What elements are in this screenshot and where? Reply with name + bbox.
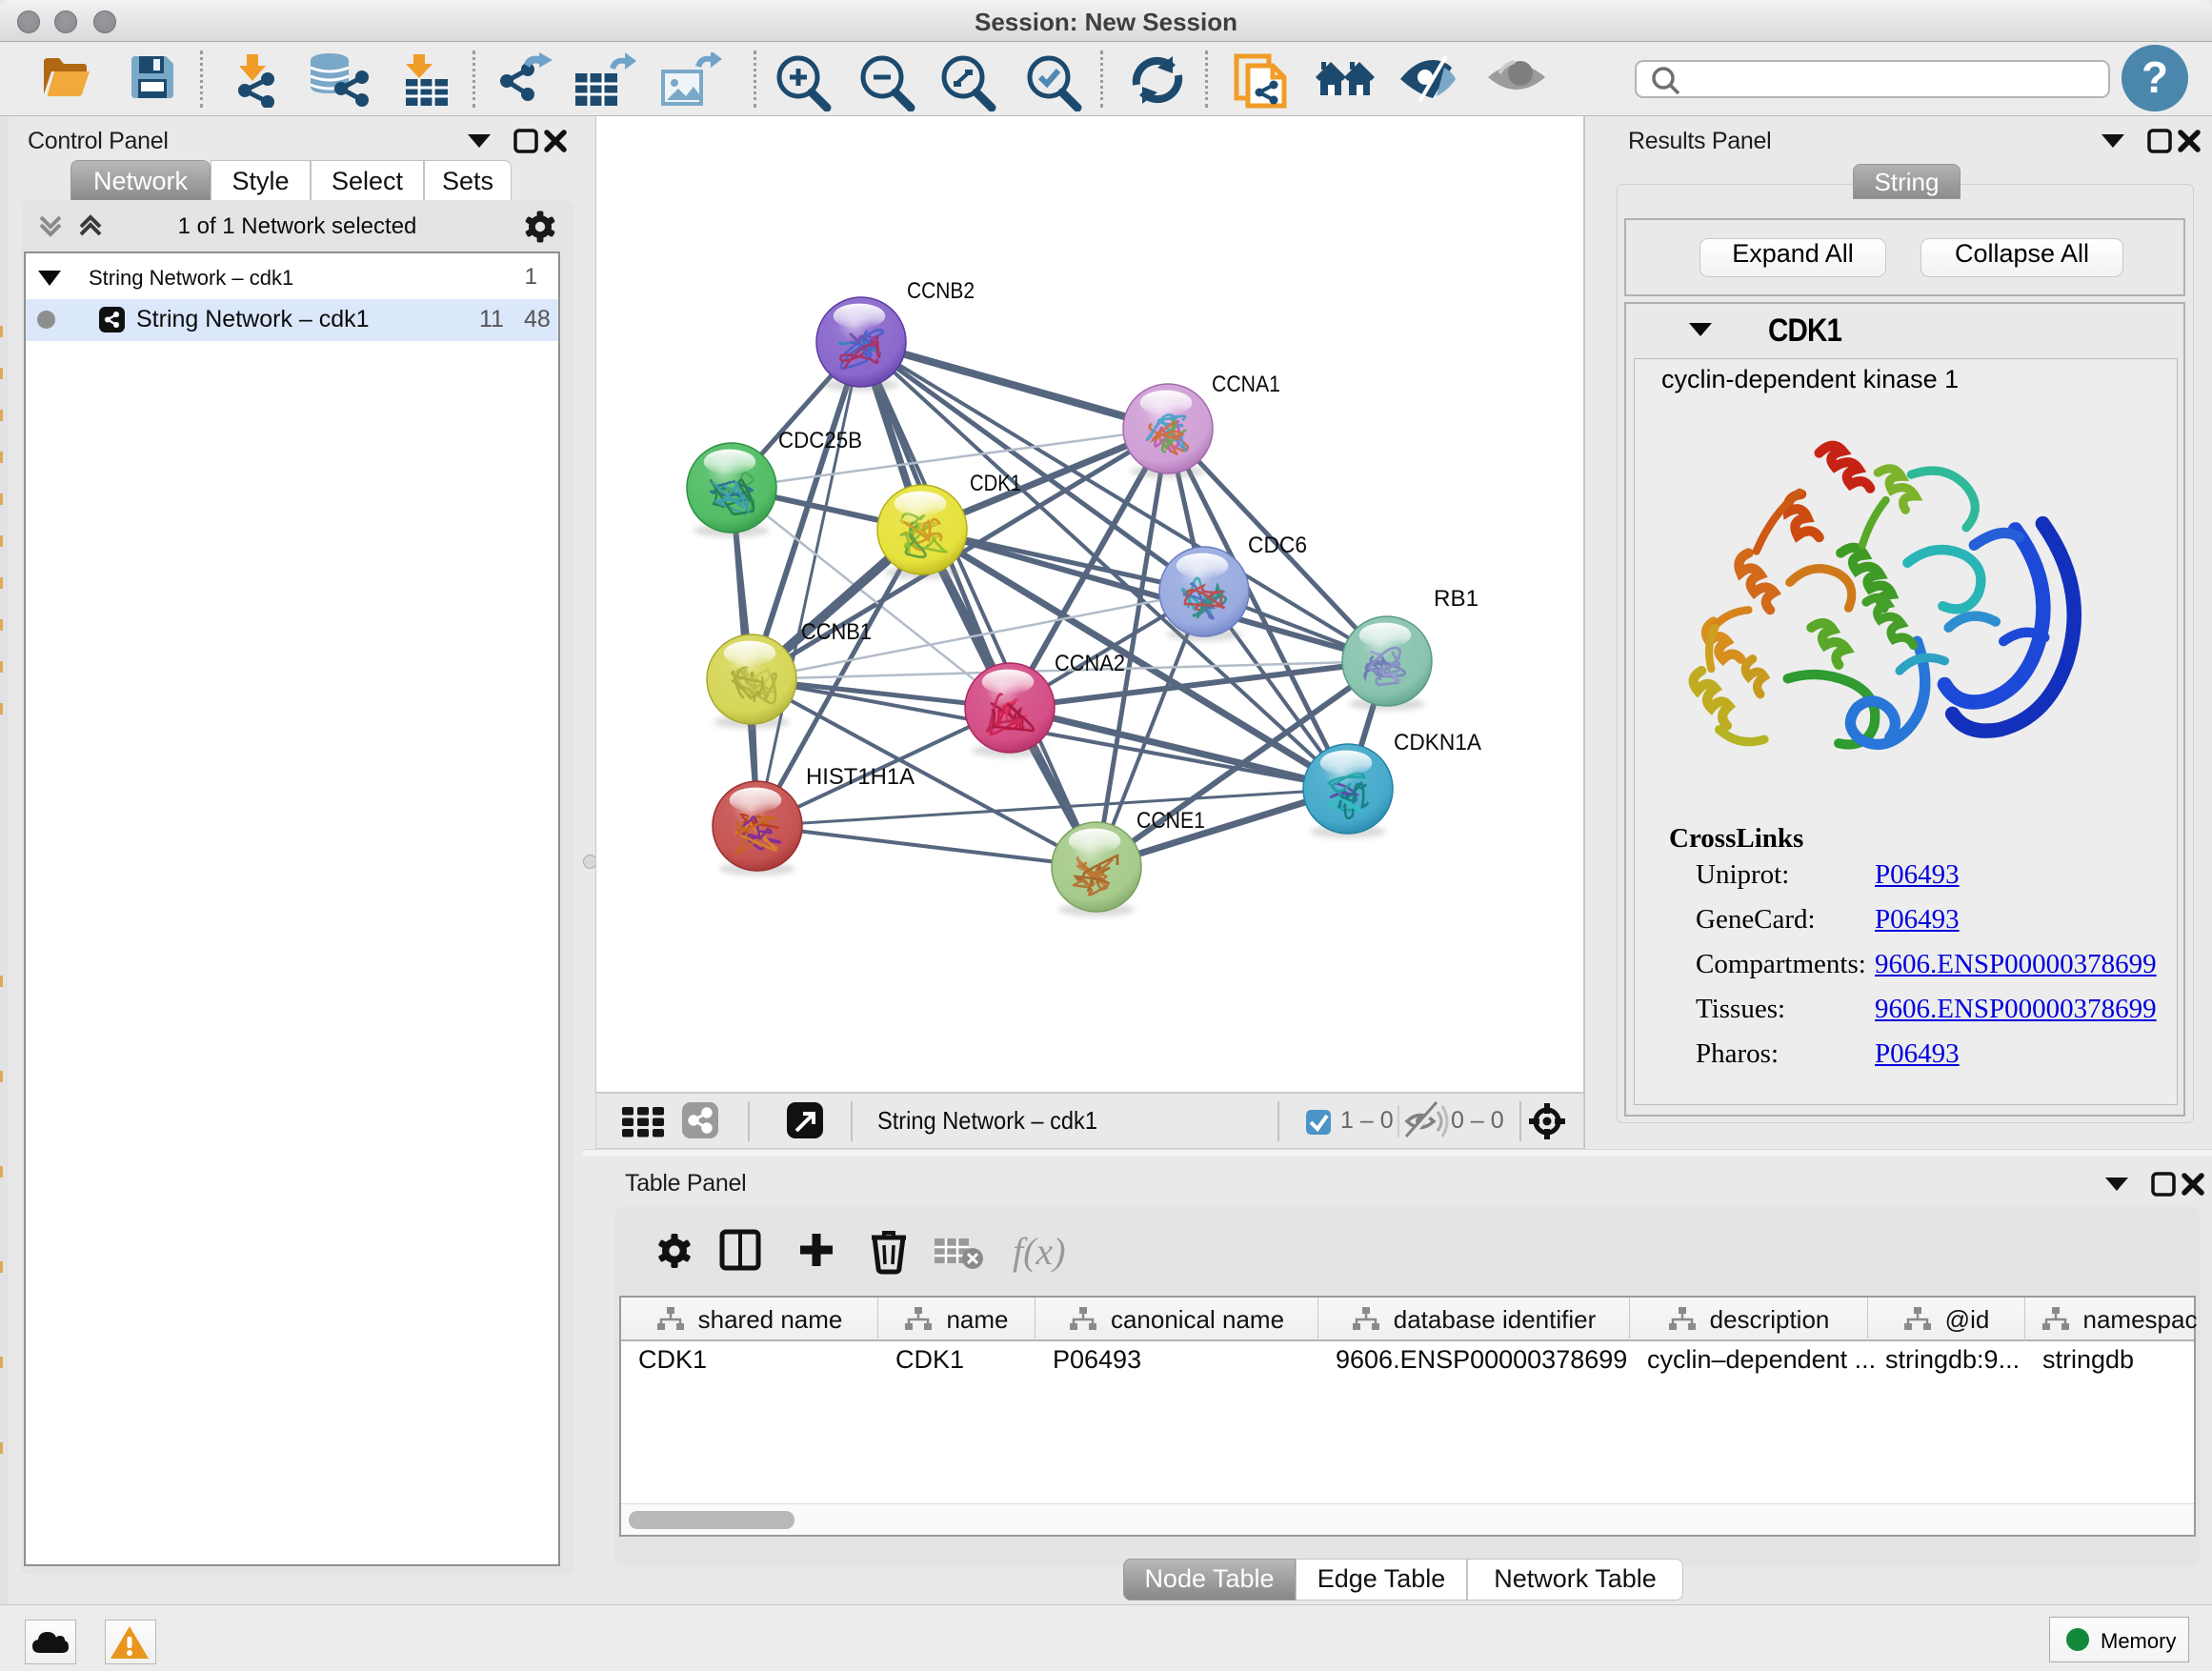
svg-text:CCNA2: CCNA2 bbox=[1055, 651, 1125, 676]
svg-text:CCNA1: CCNA1 bbox=[1212, 372, 1280, 397]
svg-text:CDC25B: CDC25B bbox=[778, 428, 862, 453]
svg-text:f(x): f(x) bbox=[1013, 1230, 1066, 1273]
svg-text:?: ? bbox=[2142, 52, 2168, 102]
svg-text:CCNE1: CCNE1 bbox=[1136, 808, 1205, 834]
svg-text:0 – 0: 0 – 0 bbox=[1451, 1107, 1504, 1134]
svg-text:HIST1H1A: HIST1H1A bbox=[806, 764, 915, 790]
svg-text:String Network – cdk1: String Network – cdk1 bbox=[877, 1106, 1097, 1135]
svg-text:1 – 0: 1 – 0 bbox=[1340, 1107, 1394, 1134]
svg-text:CCNB2: CCNB2 bbox=[907, 278, 975, 304]
svg-text:RB1: RB1 bbox=[1434, 586, 1478, 612]
svg-text:CDC6: CDC6 bbox=[1248, 533, 1307, 558]
svg-text:CDKN1A: CDKN1A bbox=[1394, 730, 1481, 755]
svg-text:CDK1: CDK1 bbox=[970, 471, 1021, 496]
svg-text:CCNB1: CCNB1 bbox=[801, 619, 872, 645]
